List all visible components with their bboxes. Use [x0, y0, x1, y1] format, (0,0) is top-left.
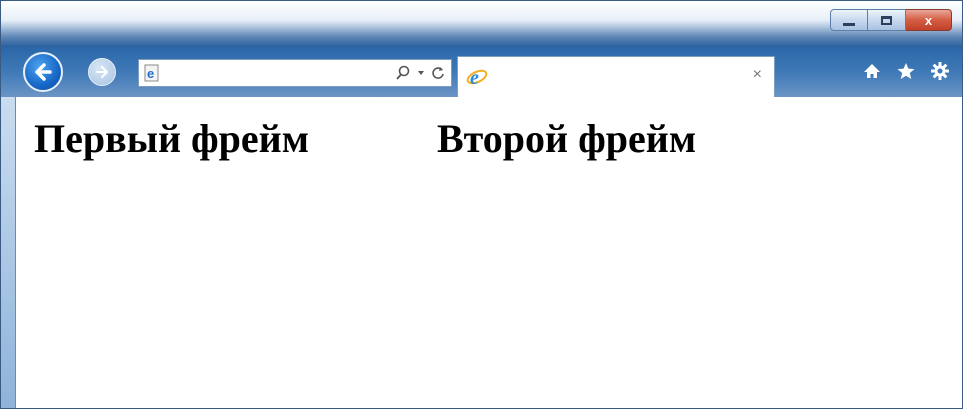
back-button[interactable] — [23, 52, 63, 92]
forward-arrow-icon — [96, 66, 108, 78]
favorites-star-icon[interactable] — [896, 61, 916, 81]
minimize-icon — [843, 22, 855, 26]
caption-buttons: x — [830, 9, 952, 31]
search-icon[interactable] — [395, 65, 411, 81]
command-icons — [862, 61, 950, 81]
frameset: Первый фрейм Второй фрейм — [16, 97, 962, 162]
page-content: Первый фрейм Второй фрейм — [15, 97, 962, 408]
close-icon: x — [924, 12, 933, 28]
settings-gear-icon[interactable] — [930, 61, 950, 81]
minimize-button[interactable] — [830, 9, 868, 31]
dropdown-arrow-icon[interactable] — [417, 69, 425, 77]
svg-text:e: e — [470, 67, 479, 88]
maximize-button[interactable] — [868, 9, 906, 31]
back-arrow-icon — [35, 63, 52, 81]
browser-window: x e e × Первый фрейм Второй фрейм — [0, 0, 963, 409]
ie-icon: e — [466, 66, 488, 93]
tab-active[interactable]: e × — [457, 56, 775, 97]
refresh-icon[interactable] — [431, 66, 445, 80]
svg-text:e: e — [147, 66, 154, 81]
frame-first: Первый фрейм — [34, 116, 309, 161]
address-bar[interactable]: e — [138, 59, 452, 87]
home-icon[interactable] — [862, 61, 882, 81]
title-bar — [1, 1, 962, 49]
frame-second: Второй фрейм — [437, 116, 697, 161]
close-window-button[interactable]: x — [906, 9, 952, 31]
maximize-icon — [881, 15, 892, 25]
forward-button[interactable] — [88, 58, 116, 86]
tab-close-button[interactable]: × — [753, 66, 762, 84]
ie-page-icon: e — [139, 64, 161, 82]
